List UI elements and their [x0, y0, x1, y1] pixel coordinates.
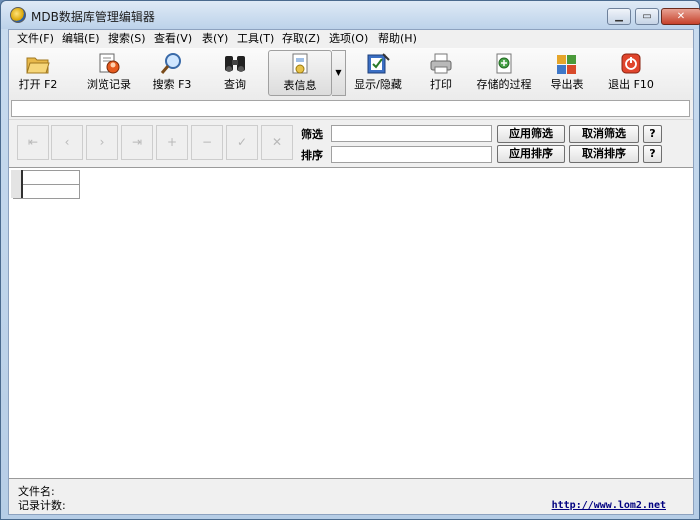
menu-help[interactable]: 帮助(H) — [375, 31, 420, 46]
toolbar: 打开 F2 浏览记录 搜索 F3 查询 表信息 ▼ 显示/隐藏 打印 存储的过程… — [9, 48, 693, 100]
menu-table[interactable]: 表(Y) — [199, 31, 231, 46]
delete-record-button[interactable]: − — [191, 125, 223, 160]
export-table-button[interactable]: 导出表 — [547, 50, 587, 96]
cancel-record-button[interactable]: ✕ — [261, 125, 293, 160]
last-record-button[interactable]: ⇥ — [121, 125, 153, 160]
browse-records-icon — [99, 53, 120, 74]
maximize-button[interactable]: ▭ — [635, 8, 659, 25]
menu-tools[interactable]: 工具(T) — [234, 31, 277, 46]
record-count-label: 记录计数: — [18, 499, 66, 512]
menu-view[interactable]: 查看(V) — [151, 31, 195, 46]
first-record-button[interactable]: ⇤ — [17, 125, 49, 160]
close-button[interactable]: ✕ — [661, 8, 700, 25]
query-button[interactable]: 查询 — [215, 50, 255, 96]
table-info-label: 表信息 — [283, 79, 317, 92]
data-grid[interactable] — [9, 167, 693, 479]
status-bar: 文件名: 记录计数: http://www.lom2.net — [9, 479, 693, 514]
export-table-label: 导出表 — [550, 78, 584, 91]
cancel-filter-button[interactable]: 取消筛选 — [569, 125, 639, 143]
sort-label: 排序 — [301, 149, 323, 162]
table-info-dropdown-arrow[interactable]: ▼ — [332, 50, 346, 96]
magnifier-icon — [160, 53, 181, 74]
browse-records-label: 浏览记录 — [87, 78, 131, 91]
stored-procedure-label: 存储的过程 — [476, 78, 532, 91]
print-button[interactable]: 打印 — [423, 50, 459, 96]
prev-record-button[interactable]: ‹ — [51, 125, 83, 160]
filter-help-button[interactable]: ? — [643, 125, 662, 143]
sort-input[interactable] — [331, 146, 492, 163]
post-record-button[interactable]: ✓ — [226, 125, 258, 160]
search-label: 搜索 F3 — [152, 78, 192, 91]
show-hide-label: 显示/隐藏 — [354, 78, 402, 91]
sort-help-button[interactable]: ? — [643, 145, 662, 163]
path-bar — [11, 100, 690, 117]
table-info-button[interactable]: 表信息 — [268, 50, 332, 96]
browse-records-button[interactable]: 浏览记录 — [83, 50, 135, 96]
minimize-button[interactable]: ▁ — [607, 8, 631, 25]
apply-sort-button[interactable]: 应用排序 — [497, 145, 565, 163]
exit-label: 退出 F10 — [608, 78, 654, 91]
app-window: MDB数据库管理编辑器 ▁ ▭ ✕ 文件(F) 编辑(E) 搜索(S) 查看(V… — [0, 0, 700, 520]
show-hide-button[interactable]: 显示/隐藏 — [350, 50, 406, 96]
search-button[interactable]: 搜索 F3 — [149, 50, 195, 96]
stored-procedure-button[interactable]: 存储的过程 — [475, 50, 533, 96]
stored-procedure-icon — [496, 53, 512, 74]
table-info-icon — [292, 53, 308, 74]
grid-row-indicator — [11, 170, 23, 198]
printer-icon — [430, 53, 452, 74]
open-label: 打开 F2 — [18, 78, 58, 91]
power-icon — [621, 53, 641, 74]
menu-search[interactable]: 搜索(S) — [105, 31, 149, 46]
website-link[interactable]: http://www.lom2.net — [552, 500, 666, 511]
binoculars-icon — [225, 56, 245, 72]
menu-edit[interactable]: 编辑(E) — [59, 31, 103, 46]
client-area: 文件(F) 编辑(E) 搜索(S) 查看(V) 表(Y) 工具(T) 存取(Z)… — [8, 29, 694, 515]
show-hide-icon — [367, 53, 390, 74]
apply-filter-button[interactable]: 应用筛选 — [497, 125, 565, 143]
cancel-sort-button[interactable]: 取消排序 — [569, 145, 639, 163]
menu-bar: 文件(F) 编辑(E) 搜索(S) 查看(V) 表(Y) 工具(T) 存取(Z)… — [9, 30, 693, 48]
app-logo-icon — [10, 7, 26, 23]
filter-input[interactable] — [331, 125, 492, 142]
open-button[interactable]: 打开 F2 — [15, 50, 61, 96]
insert-record-button[interactable]: + — [156, 125, 188, 160]
query-label: 查询 — [224, 78, 246, 91]
menu-options[interactable]: 选项(O) — [326, 31, 371, 46]
grid-header-cell[interactable] — [13, 170, 80, 185]
print-label: 打印 — [430, 78, 452, 91]
window-title: MDB数据库管理编辑器 — [31, 10, 155, 24]
grid-data-cell[interactable] — [13, 184, 80, 199]
folder-open-icon — [26, 57, 50, 74]
menu-file[interactable]: 文件(F) — [14, 31, 57, 46]
exit-button[interactable]: 退出 F10 — [607, 50, 655, 96]
record-nav-panel: ⇤ ‹ › ⇥ + − ✓ ✕ 筛选 应用筛选 取消筛选 ? 排序 应用排序 取… — [9, 119, 693, 167]
menu-access[interactable]: 存取(Z) — [279, 31, 323, 46]
next-record-button[interactable]: › — [86, 125, 118, 160]
export-table-icon — [557, 55, 576, 74]
title-bar[interactable]: MDB数据库管理编辑器 ▁ ▭ ✕ — [1, 1, 700, 29]
filter-label: 筛选 — [301, 128, 323, 141]
